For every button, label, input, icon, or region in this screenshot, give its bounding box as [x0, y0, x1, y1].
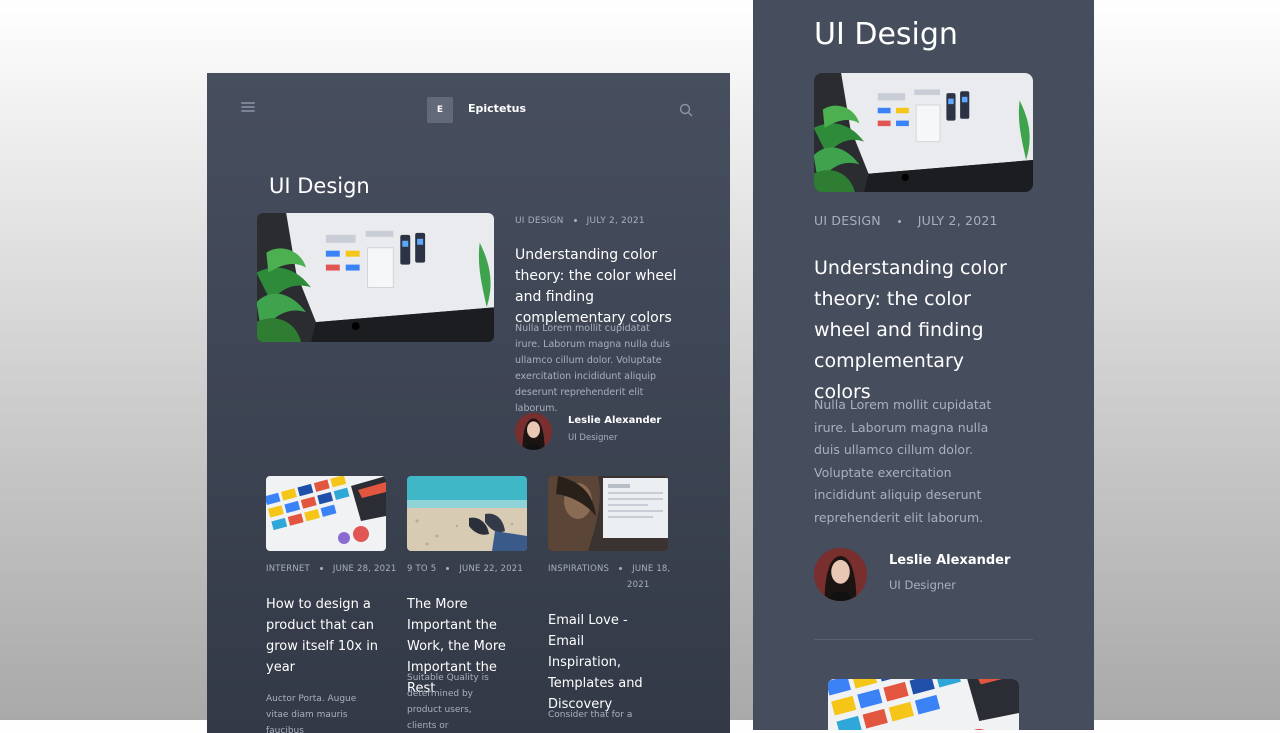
search-icon[interactable] [679, 103, 693, 117]
mobile-preview-panel: UI Design UI DESIGN JULY 2, 2021 Understa… [753, 0, 1094, 730]
featured-post-meta: UI DESIGN JULY 2, 2021 [515, 216, 645, 226]
post-category[interactable]: INTERNET [266, 564, 310, 574]
post-category[interactable]: UI DESIGN [814, 213, 881, 228]
post-card-meta: INSPIRATIONS JUNE 18, [548, 564, 670, 574]
post-date: JUNE 22, 2021 [459, 564, 523, 574]
featured-post-title[interactable]: Understanding color theory: the color wh… [814, 253, 1019, 408]
author-name[interactable]: Leslie Alexander [568, 415, 661, 426]
post-card-image[interactable] [828, 679, 1019, 730]
post-date: JUNE 18, [632, 564, 671, 574]
logo-badge[interactable]: E [427, 97, 453, 123]
desktop-preview-panel: E Epictetus UI Design UI DESIGN JULY 2, 2… [207, 73, 730, 733]
featured-post-excerpt: Nulla Lorem mollit cupidatat irure. Labo… [814, 397, 992, 525]
post-card-title[interactable]: How to design a product that can grow it… [266, 594, 381, 678]
post-category[interactable]: 9 TO 5 [407, 564, 436, 574]
brand-name[interactable]: Epictetus [468, 102, 526, 115]
avatar[interactable] [814, 548, 867, 601]
post-date: JULY 2, 2021 [586, 216, 645, 226]
post-card-title[interactable]: Email Love - Email Inspiration, Template… [548, 610, 658, 715]
post-category[interactable]: INSPIRATIONS [548, 564, 609, 574]
featured-post-image[interactable] [257, 213, 494, 342]
page-title: UI Design [814, 17, 958, 52]
page-title: UI Design [269, 174, 370, 198]
featured-post-image[interactable] [814, 73, 1033, 192]
author-role: UI Designer [568, 433, 618, 443]
post-card-excerpt: Suitable Quality is determined by produc… [407, 673, 489, 731]
divider [814, 639, 1033, 640]
post-card-image[interactable] [266, 476, 386, 551]
featured-post-excerpt: Nulla Lorem mollit cupidatat irure. Labo… [515, 323, 671, 414]
hamburger-menu-icon[interactable] [241, 102, 255, 112]
post-date-continued: 2021 [627, 580, 650, 590]
post-card-image[interactable] [407, 476, 527, 551]
post-card-image[interactable] [548, 476, 668, 551]
author-name[interactable]: Leslie Alexander [889, 553, 1010, 568]
post-category[interactable]: UI DESIGN [515, 216, 564, 226]
post-card-excerpt: Consider that for a [548, 710, 633, 720]
featured-post-meta: UI DESIGN JULY 2, 2021 [814, 213, 998, 228]
post-card-meta: 9 TO 5 JUNE 22, 2021 [407, 564, 523, 574]
featured-post-title[interactable]: Understanding color theory: the color wh… [515, 245, 690, 329]
avatar[interactable] [515, 413, 552, 450]
post-date: JULY 2, 2021 [917, 213, 998, 228]
author-role: UI Designer [889, 578, 956, 592]
post-card-meta: INTERNET JUNE 28, 2021 [266, 564, 396, 574]
post-date: JUNE 28, 2021 [332, 564, 397, 574]
post-card-excerpt: Auctor Porta. Augue vitae diam mauris fa… [266, 694, 357, 733]
